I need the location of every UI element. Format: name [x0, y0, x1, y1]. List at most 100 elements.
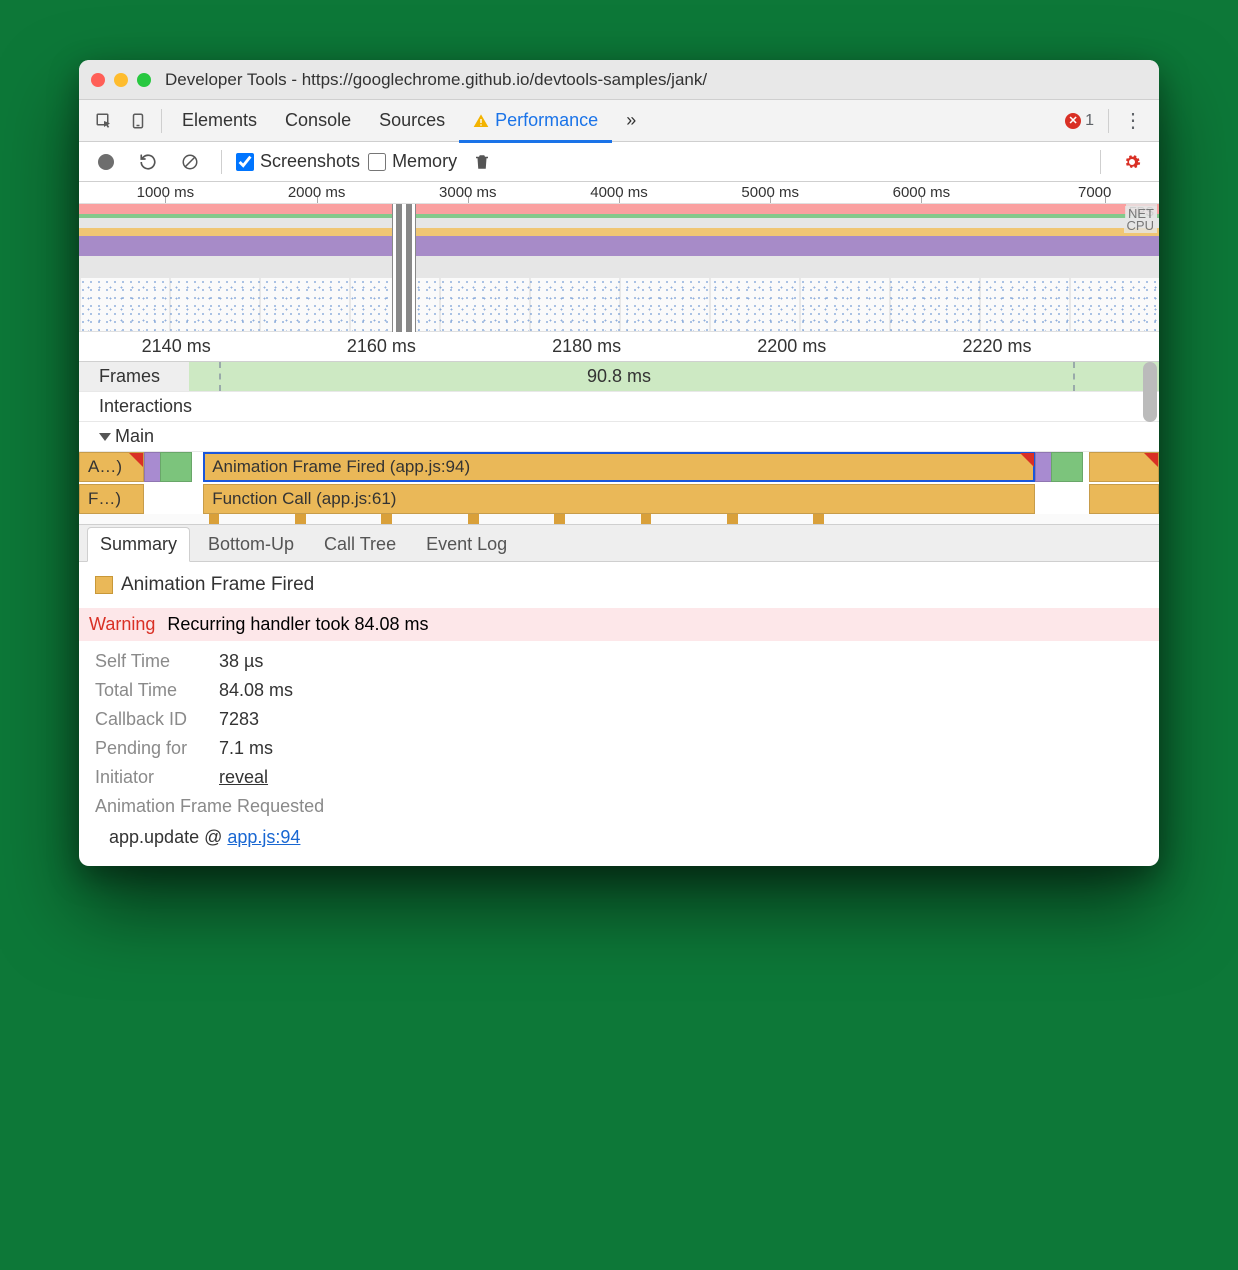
frames-track[interactable]: 90.8 ms Frames	[79, 362, 1159, 392]
summary-key: Callback ID	[95, 709, 205, 730]
summary-row: Callback ID 7283	[95, 709, 1143, 730]
tab-bottom-up[interactable]: Bottom-Up	[196, 528, 306, 561]
error-badge[interactable]: ✕ 1	[1065, 112, 1094, 130]
frame-duration: 90.8 ms	[587, 366, 651, 387]
frames-label: Frames	[79, 362, 189, 391]
event-truncated-left[interactable]: A…)	[79, 452, 144, 482]
overview-cpu-lane[interactable]: CPU	[79, 218, 1159, 256]
detail-tick: 2140 ms	[142, 336, 211, 357]
main-events-row1: A…) Animation Frame Fired (app.js:94)	[79, 452, 1159, 484]
summary-tabs: Summary Bottom-Up Call Tree Event Log	[79, 524, 1159, 562]
warning-row: Warning Recurring handler took 84.08 ms	[79, 608, 1159, 641]
scrollbar[interactable]	[1143, 362, 1157, 422]
tab-console[interactable]: Console	[271, 100, 365, 142]
event-green-2[interactable]	[1051, 452, 1083, 482]
screenshots-checkbox-input[interactable]	[236, 153, 254, 171]
warning-icon	[473, 113, 489, 129]
reload-record-button[interactable]	[131, 145, 165, 179]
warning-text: Recurring handler took 84.08 ms	[167, 614, 428, 635]
memory-checkbox-input[interactable]	[368, 153, 386, 171]
overview-net-lane[interactable]: NET	[79, 256, 1159, 278]
kebab-menu-icon[interactable]: ⋮	[1115, 108, 1151, 133]
event-color-swatch	[95, 576, 113, 594]
event-truncated-left-2[interactable]: F…)	[79, 484, 144, 514]
detail-tick: 2220 ms	[962, 336, 1031, 357]
overview-pane[interactable]: 1000 ms2000 ms3000 ms4000 ms5000 ms6000 …	[79, 182, 1159, 332]
tab-performance-label: Performance	[495, 110, 598, 131]
separator	[1100, 150, 1101, 174]
detail-tick: 2180 ms	[552, 336, 621, 357]
event-yellow-right-2[interactable]	[1089, 484, 1159, 514]
interactions-label: Interactions	[79, 396, 189, 417]
summary-key: Self Time	[95, 651, 205, 672]
perf-toolbar: Screenshots Memory	[79, 142, 1159, 182]
frames-bar[interactable]: 90.8 ms	[79, 362, 1159, 391]
traffic-lights	[91, 73, 151, 87]
event-title: Animation Frame Fired	[95, 574, 1143, 596]
stack-source-link[interactable]: app.js:94	[227, 827, 300, 847]
stack-function: app.update @	[109, 827, 227, 847]
event-animation-frame-fired[interactable]: Animation Frame Fired (app.js:94)	[203, 452, 1035, 482]
detail-tick: 2200 ms	[757, 336, 826, 357]
main-label: Main	[115, 426, 154, 447]
window-title: Developer Tools - https://googlechrome.g…	[165, 70, 707, 90]
zoom-icon[interactable]	[137, 73, 151, 87]
devtools-window: Developer Tools - https://googlechrome.g…	[79, 60, 1159, 866]
garbage-collect-button[interactable]	[465, 145, 499, 179]
overview-fps-lane[interactable]: FPS	[79, 204, 1159, 218]
overview-screenshots-lane[interactable]	[79, 278, 1159, 332]
summary-row: Self Time 38 µs	[95, 651, 1143, 672]
detail-tick: 2160 ms	[347, 336, 416, 357]
summary-value: 7283	[219, 709, 259, 730]
separator	[221, 150, 222, 174]
clear-button[interactable]	[173, 145, 207, 179]
initiator-label: Initiator	[95, 767, 205, 788]
screenshots-checkbox[interactable]: Screenshots	[236, 151, 360, 172]
detail-ruler[interactable]: 2140 ms 2160 ms 2180 ms 2200 ms 2220 ms	[79, 332, 1159, 362]
summary-row: Total Time84.08 ms	[95, 680, 1143, 701]
separator	[161, 109, 162, 133]
main-events-row3	[79, 514, 1159, 524]
event-yellow-right[interactable]	[1089, 452, 1159, 482]
tab-elements[interactable]: Elements	[168, 100, 271, 142]
overview-ruler[interactable]: 1000 ms2000 ms3000 ms4000 ms5000 ms6000 …	[79, 182, 1159, 204]
tabs-overflow[interactable]: »	[612, 100, 650, 142]
tab-sources[interactable]: Sources	[365, 100, 459, 142]
tab-performance[interactable]: Performance	[459, 100, 612, 142]
record-button[interactable]	[89, 145, 123, 179]
tab-call-tree[interactable]: Call Tree	[312, 528, 408, 561]
event-green[interactable]	[160, 452, 192, 482]
error-count: 1	[1085, 112, 1094, 130]
settings-gear-icon[interactable]	[1115, 145, 1149, 179]
main-track-header[interactable]: Main	[79, 422, 1159, 452]
animation-frame-requested: Animation Frame Requested	[95, 796, 1143, 817]
summary-value: 7.1 ms	[219, 738, 273, 759]
separator	[1108, 109, 1109, 133]
summary-value: 38 µs	[219, 651, 263, 672]
warning-label: Warning	[89, 614, 155, 635]
collapse-icon[interactable]	[99, 433, 111, 441]
device-toggle-icon[interactable]	[121, 104, 155, 138]
memory-label: Memory	[392, 151, 457, 172]
minimize-icon[interactable]	[114, 73, 128, 87]
overview-range-handle[interactable]	[392, 204, 416, 332]
event-function-call[interactable]: Function Call (app.js:61)	[203, 484, 1035, 514]
summary-key: Total Time	[95, 680, 205, 701]
tab-event-log[interactable]: Event Log	[414, 528, 519, 561]
main-events-row2: F…) Function Call (app.js:61)	[79, 484, 1159, 514]
summary-row: Pending for 7.1 ms	[95, 738, 1143, 759]
devtools-tabs: Elements Console Sources Performance » ✕…	[79, 100, 1159, 142]
screenshots-label: Screenshots	[260, 151, 360, 172]
summary-key: Pending for	[95, 738, 205, 759]
net-label: NET	[1125, 206, 1157, 221]
flame-chart[interactable]: 2140 ms 2160 ms 2180 ms 2200 ms 2220 ms 90.8…	[79, 332, 1159, 524]
initiator-reveal-link[interactable]: reveal	[219, 767, 268, 788]
interactions-track[interactable]: Interactions	[79, 392, 1159, 422]
tab-summary[interactable]: Summary	[87, 527, 190, 562]
memory-checkbox[interactable]: Memory	[368, 151, 457, 172]
summary-panel: Animation Frame Fired Warning Recurring …	[79, 562, 1159, 866]
titlebar[interactable]: Developer Tools - https://googlechrome.g…	[79, 60, 1159, 100]
inspect-icon[interactable]	[87, 104, 121, 138]
close-icon[interactable]	[91, 73, 105, 87]
error-icon: ✕	[1065, 113, 1081, 129]
